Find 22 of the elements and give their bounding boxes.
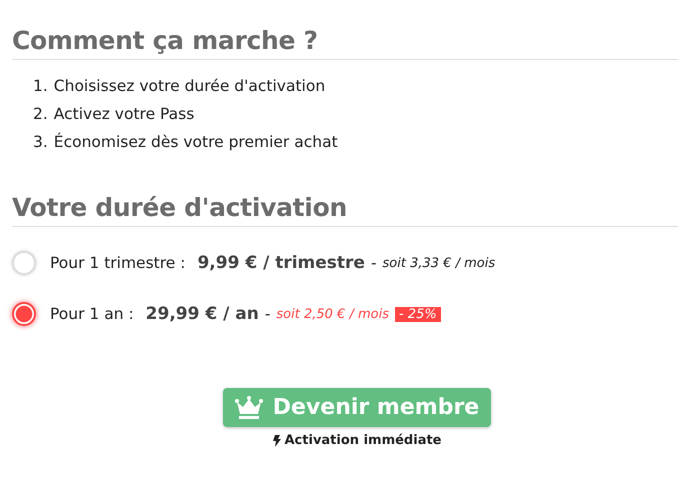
section-heading: Votre durée d'activation [12, 193, 678, 227]
option-label: Pour 1 an : [50, 305, 134, 323]
section-heading: Comment ça marche ? [12, 26, 678, 60]
monthly-price: soit 3,33 € / mois [382, 256, 496, 270]
option-price: 29,99 € / an [146, 304, 259, 324]
crown-icon [234, 396, 263, 420]
step-number: 1. [33, 77, 48, 95]
lightning-icon [272, 434, 280, 446]
option-label: Pour 1 trimestre : [50, 254, 186, 272]
radio-button[interactable] [12, 302, 36, 326]
separator-dash: - [264, 305, 270, 323]
separator-dash: - [370, 254, 377, 272]
step-text: Choisissez votre durée d'activation [54, 77, 326, 95]
discount-badge: - 25% [394, 306, 441, 322]
step-number: 2. [33, 105, 48, 123]
monthly-price: soit 2,50 € / mois [276, 306, 389, 322]
step-number: 3. [33, 133, 48, 151]
activation-note: Activation immédiate [284, 433, 442, 448]
option-price: 9,99 € / trimestre [197, 253, 365, 273]
step-text: Économisez dès votre premier achat [54, 133, 338, 151]
step-text: Activez votre Pass [54, 105, 194, 123]
become-member-button[interactable]: Devenir membre [222, 388, 492, 427]
